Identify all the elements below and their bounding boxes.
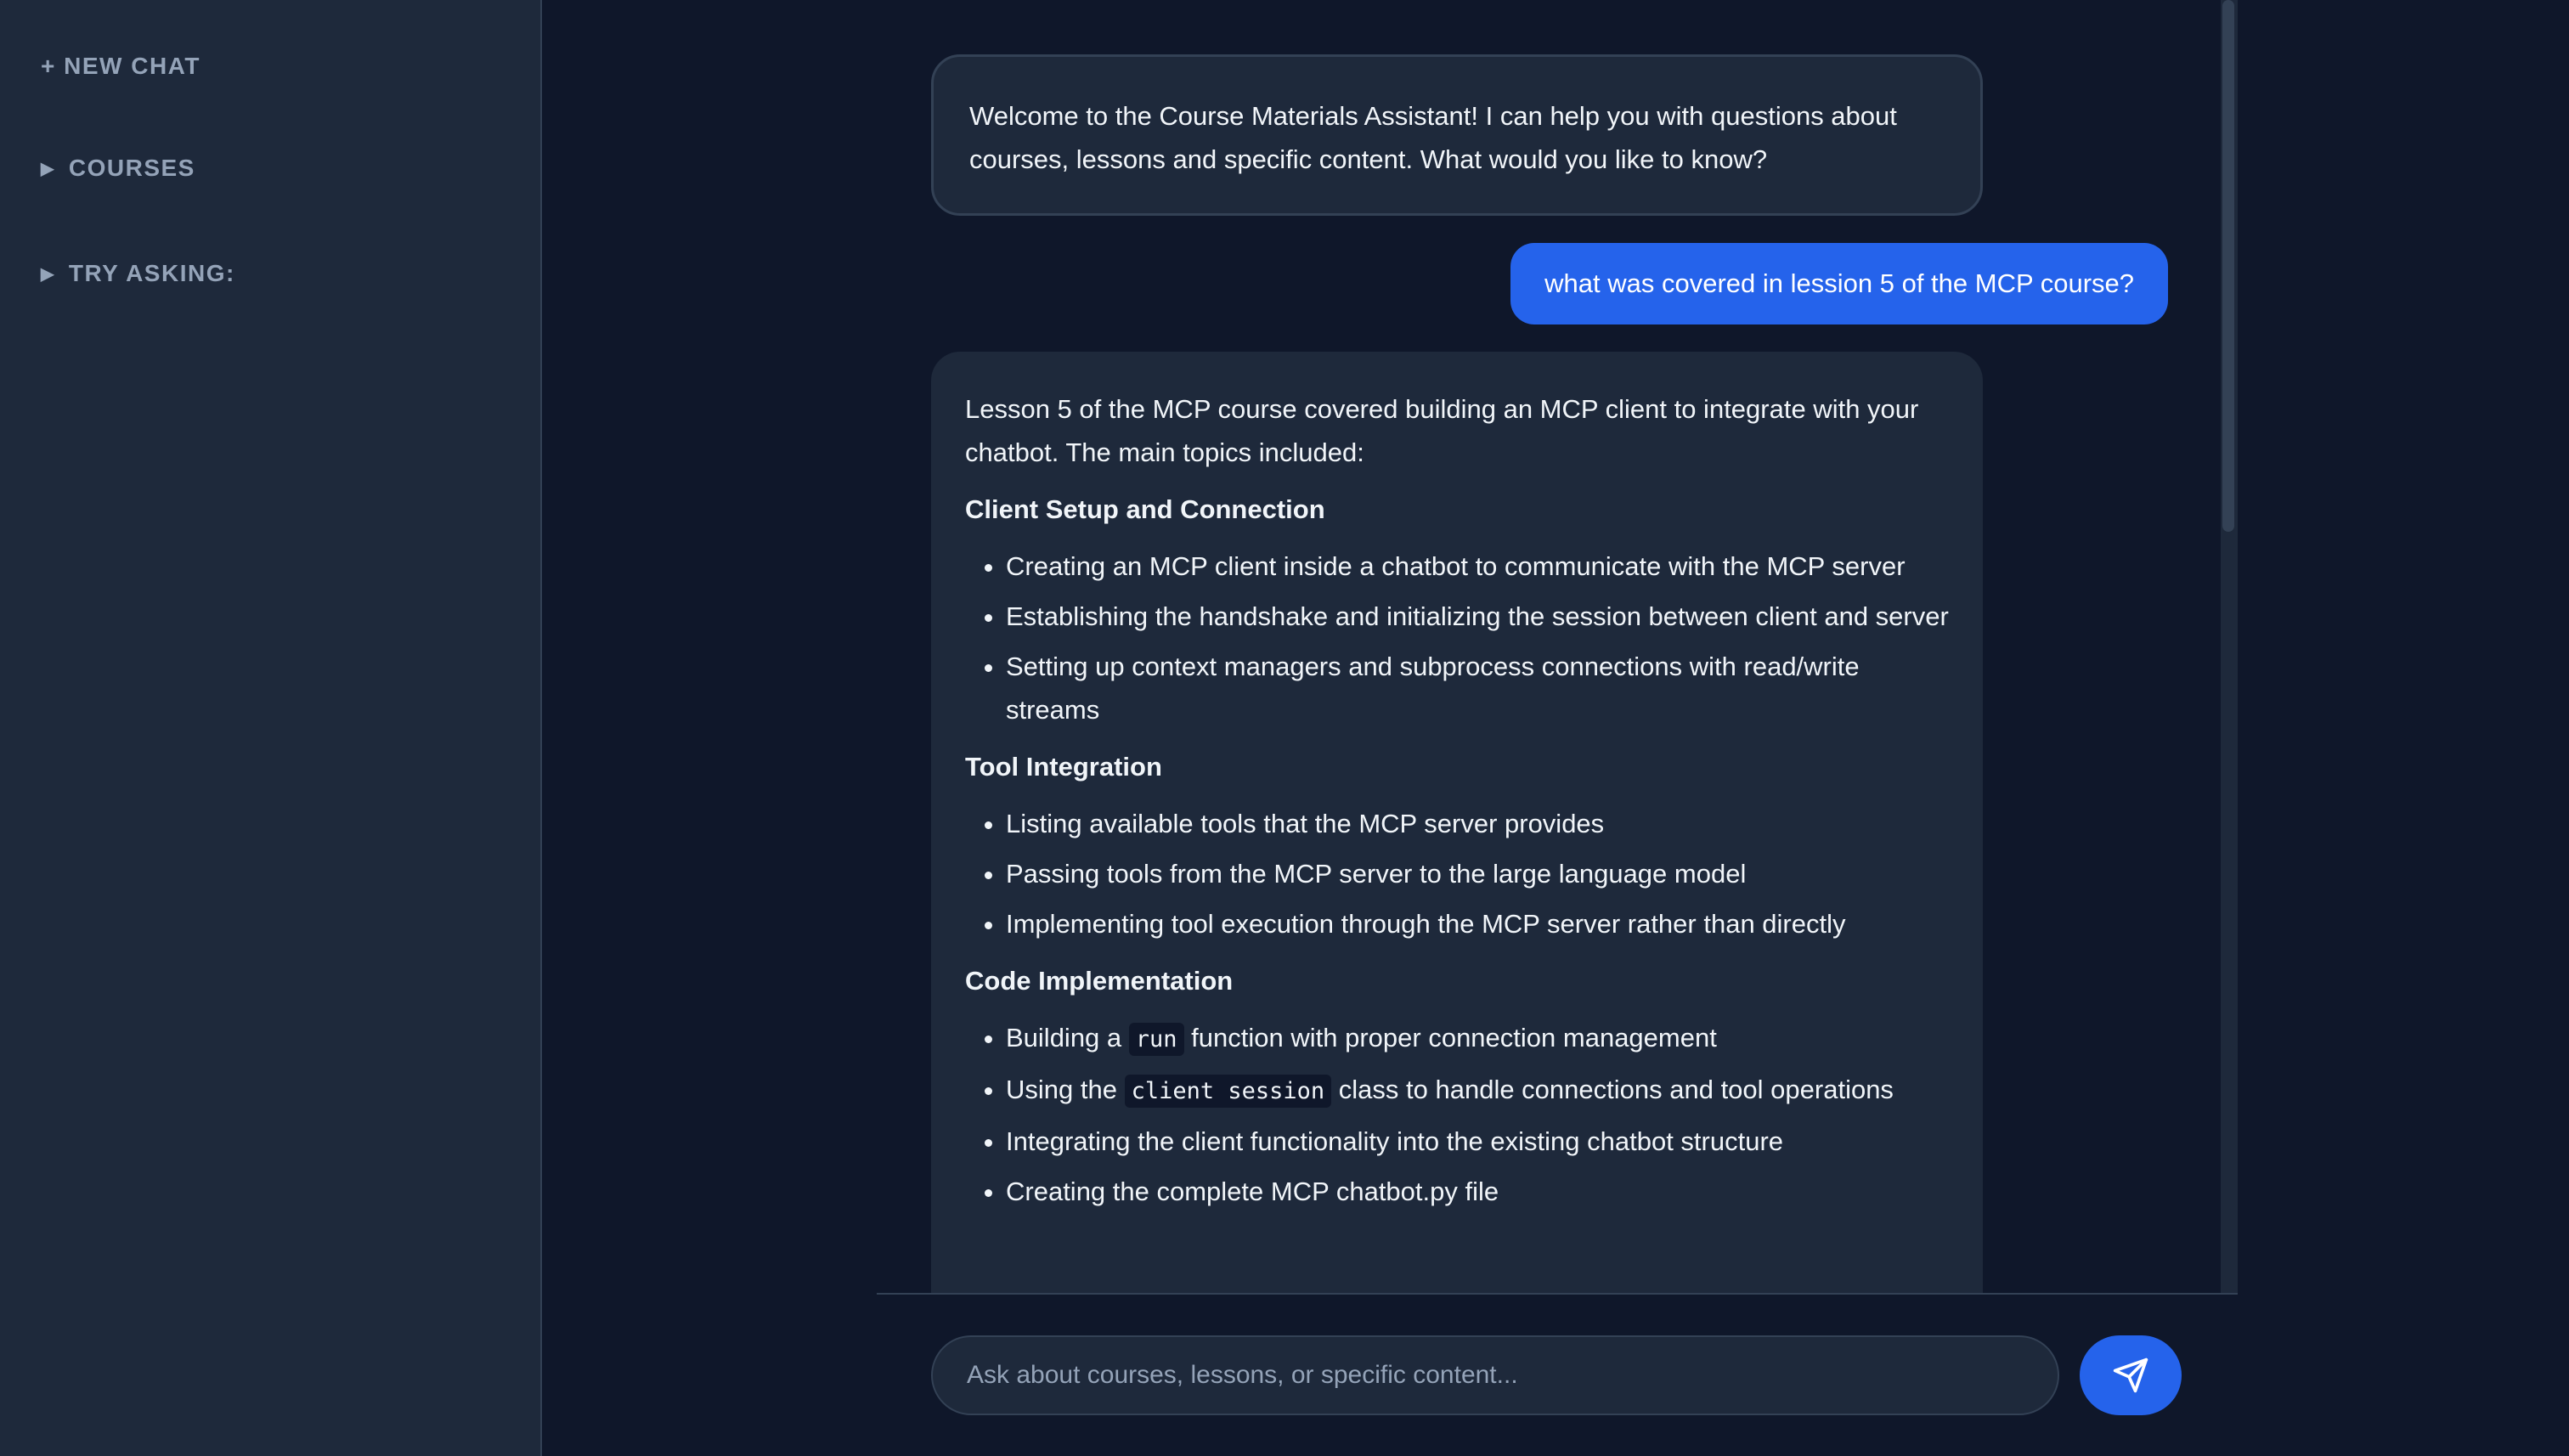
assistant-answer-message: Lesson 5 of the MCP course covered build…: [931, 352, 1983, 1371]
list-text: Integrating the client functionality int…: [1006, 1126, 1784, 1156]
courses-toggle[interactable]: ▶ COURSES: [41, 155, 195, 182]
list-item: Creating the complete MCP chatbot.py fil…: [1006, 1170, 1949, 1213]
list-item: Establishing the handshake and initializ…: [1006, 595, 1949, 638]
send-icon: [2112, 1357, 2149, 1394]
new-chat-label: + NEW CHAT: [41, 53, 200, 79]
list-item: Integrating the client functionality int…: [1006, 1120, 1949, 1163]
user-message: what was covered in lession 5 of the MCP…: [1510, 243, 2168, 324]
list-item: Implementing tool execution through the …: [1006, 902, 1949, 945]
triangle-right-icon: ▶: [41, 159, 55, 178]
new-chat-button[interactable]: + NEW CHAT: [41, 53, 200, 80]
list-text: function with proper connection manageme…: [1183, 1023, 1717, 1052]
list-item: Setting up context managers and subproce…: [1006, 645, 1949, 731]
welcome-text: Welcome to the Course Materials Assistan…: [969, 101, 1897, 174]
list-item: Passing tools from the MCP server to the…: [1006, 852, 1949, 895]
user-message-text: what was covered in lession 5 of the MCP…: [1544, 268, 2134, 298]
list-text: Building a: [1006, 1023, 1129, 1052]
section-heading: Code Implementation: [965, 966, 1234, 996]
courses-label: COURSES: [68, 155, 195, 181]
assistant-welcome-message: Welcome to the Course Materials Assistan…: [931, 54, 1983, 216]
chat-scrollbar-thumb[interactable]: [2222, 0, 2234, 532]
list-item: Using the client session class to handle…: [1006, 1068, 1949, 1113]
bullet-list: Creating an MCP client inside a chatbot …: [965, 545, 1949, 731]
section-heading: Client Setup and Connection: [965, 494, 1325, 524]
inline-code: run: [1128, 1023, 1184, 1056]
bullet-list: Building a run function with proper conn…: [965, 1016, 1949, 1213]
list-text: class to handle connections and tool ope…: [1331, 1075, 1894, 1104]
bullet-list: Listing available tools that the MCP ser…: [965, 802, 1949, 945]
sidebar: + NEW CHAT ▶ COURSES ▶ TRY ASKING:: [0, 0, 542, 1456]
try-asking-toggle[interactable]: ▶ TRY ASKING:: [41, 260, 235, 287]
try-asking-label: TRY ASKING:: [68, 260, 235, 286]
inline-code: client session: [1124, 1075, 1332, 1108]
send-button[interactable]: [2080, 1335, 2182, 1415]
list-item: Creating an MCP client inside a chatbot …: [1006, 545, 1949, 588]
chat-input[interactable]: [931, 1335, 2059, 1415]
list-text: Using the: [1006, 1075, 1125, 1104]
list-item: Listing available tools that the MCP ser…: [1006, 802, 1949, 845]
list-text: Creating the complete MCP chatbot.py fil…: [1006, 1177, 1499, 1206]
answer-intro: Lesson 5 of the MCP course covered build…: [965, 394, 1919, 467]
section-heading: Tool Integration: [965, 752, 1162, 782]
triangle-right-icon: ▶: [41, 264, 55, 284]
list-item: Building a run function with proper conn…: [1006, 1016, 1949, 1061]
